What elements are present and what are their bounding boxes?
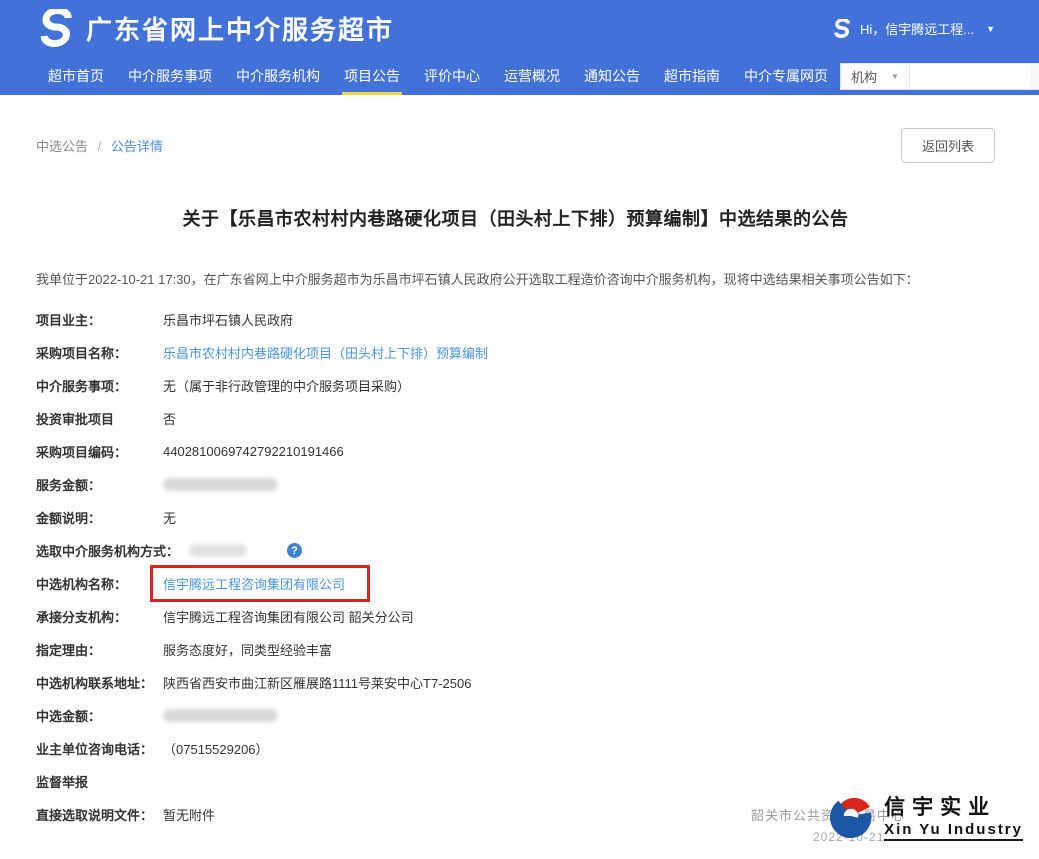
redacted-value-service-amount [163,478,278,491]
redacted-value-selection-method [189,544,247,557]
announcement-fields: 项目业主：乐昌市坪石镇人民政府采购项目名称：乐昌市农村村内巷路硬化项目（田头村上… [36,303,995,831]
field-label-designation-reason: 指定理由： [36,640,163,659]
field-row-selected-agency-name: 中选机构名称：信宇腾远工程咨询集团有限公司 [36,567,995,600]
field-row-service-amount: 服务金额： [36,468,995,501]
nav-items: 超市首页中介服务事项中介服务机构项目公告评价中心运营概况通知公告超市指南中介专属… [36,57,840,95]
announcement-title: 关于【乐昌市农村村内巷路硬化项目（田头村上下排）预算编制】中选结果的公告 [36,205,995,231]
field-row-procurement-project-code: 采购项目编码：4402810069742792210191466 [36,435,995,468]
user-greeting: Hi，信宇腾远工程... [860,19,974,38]
chevron-down-icon: ▼ [891,72,899,81]
main-nav: 超市首页中介服务事项中介服务机构项目公告评价中心运营概况通知公告超市指南中介专属… [0,57,1039,95]
search-button[interactable] [1031,64,1039,89]
field-value-designation-reason: 服务态度好，同类型经验丰富 [163,640,332,659]
field-value-procurement-project-name[interactable]: 乐昌市农村村内巷路硬化项目（田头村上下排）预算编制 [163,343,488,362]
field-value-selected-agency-address: 陕西省西安市曲江新区雁展路1111号莱安中心T7-2506 [163,673,471,692]
nav-item-0[interactable]: 超市首页 [36,57,116,95]
field-row-project-owner: 项目业主：乐昌市坪石镇人民政府 [36,303,995,336]
breadcrumb-parent[interactable]: 中选公告 [36,139,88,154]
nav-item-5[interactable]: 运营概况 [492,57,572,95]
field-value-direct-selection-doc: 暂无附件 [163,805,215,824]
company-name-en: Xin Yu Industry [884,821,1023,841]
page: 广东省网上中介服务超市 Hi，信宇腾远工程... ▼ 超市首页中介服务事项中介服… [0,0,1039,859]
field-value-project-owner: 乐昌市坪石镇人民政府 [163,310,293,329]
user-logo-icon [831,19,853,39]
field-label-selection-method: 选取中介服务机构方式： [36,541,179,560]
search-bar: 机构 ▼ [840,63,1039,90]
field-row-selected-agency-address: 中选机构联系地址：陕西省西安市曲江新区雁展路1111号莱安中心T7-2506 [36,666,995,699]
nav-item-4[interactable]: 评价中心 [412,57,492,95]
field-row-owner-phone: 业主单位咨询电话：（07515529206） [36,732,995,765]
site-title: 广东省网上中介服务超市 [86,10,394,47]
field-value-intermediary-service-item: 无（属于非行政管理的中介服务项目采购） [163,376,410,395]
highlight-red-box: 信宇腾远工程咨询集团有限公司 [150,565,370,602]
nav-item-7[interactable]: 超市指南 [652,57,732,95]
field-value-procurement-project-code: 4402810069742792210191466 [163,444,344,459]
corner-seal-area: 韶关市公共资源交易中心 2022-10-21 信宇实业 Xin Yu Indus… [793,789,1023,849]
field-row-selected-amount: 中选金额： [36,699,995,732]
search-category-select[interactable]: 机构 ▼ [841,64,910,89]
help-icon[interactable]: ? [287,543,302,558]
field-label-selected-agency-name: 中选机构名称： [36,574,163,593]
announcement-intro: 我单位于2022-10-21 17:30，在广东省网上中介服务超市为乐昌市坪石镇… [36,271,995,289]
breadcrumb-current[interactable]: 公告详情 [111,139,163,154]
field-value-amount-note: 无 [163,508,176,527]
field-label-direct-selection-doc: 直接选取说明文件： [36,805,163,824]
field-label-selected-amount: 中选金额： [36,706,163,725]
breadcrumb: 中选公告 / 公告详情 [36,136,163,155]
field-label-selected-agency-address: 中选机构联系地址： [36,673,163,692]
field-row-undertaking-branch: 承接分支机构：信宇腾远工程咨询集团有限公司 韶关分公司 [36,600,995,633]
field-label-investment-approval-project: 投资审批项目 [36,409,163,428]
field-row-procurement-project-name: 采购项目名称：乐昌市农村村内巷路硬化项目（田头村上下排）预算编制 [36,336,995,369]
breadcrumb-separator: / [98,139,102,154]
field-row-intermediary-service-item: 中介服务事项：无（属于非行政管理的中介服务项目采购） [36,369,995,402]
field-value-undertaking-branch: 信宇腾远工程咨询集团有限公司 韶关分公司 [163,607,414,626]
nav-item-1[interactable]: 中介服务事项 [116,57,224,95]
nav-item-2[interactable]: 中介服务机构 [224,57,332,95]
field-label-supervision-report: 监督举报 [36,772,163,791]
chevron-down-icon: ▼ [986,24,995,34]
search-input[interactable] [910,64,1031,89]
field-value-investment-approval-project: 否 [163,409,176,428]
field-row-designation-reason: 指定理由：服务态度好，同类型经验丰富 [36,633,995,666]
field-label-amount-note: 金额说明： [36,508,163,527]
nav-item-3[interactable]: 项目公告 [332,57,412,95]
field-label-undertaking-branch: 承接分支机构： [36,607,163,626]
field-label-procurement-project-name: 采购项目名称： [36,343,163,362]
field-value-selected-agency-name[interactable]: 信宇腾远工程咨询集团有限公司 [163,577,345,592]
field-row-amount-note: 金额说明：无 [36,501,995,534]
field-value-owner-phone: （07515529206） [163,739,269,758]
user-menu[interactable]: Hi，信宇腾远工程... ▼ [832,19,995,39]
field-label-owner-phone: 业主单位咨询电话： [36,739,163,758]
back-to-list-button[interactable]: 返回列表 [901,128,995,163]
company-name-cn: 信宇实业 [884,791,1023,821]
nav-item-6[interactable]: 通知公告 [572,57,652,95]
field-label-project-owner: 项目业主： [36,310,163,329]
search-category-value: 机构 [851,67,877,86]
field-row-investment-approval-project: 投资审批项目否 [36,402,995,435]
xinyu-logo-icon [824,789,878,843]
redacted-value-selected-amount [163,709,278,722]
nav-item-8[interactable]: 中介专属网页 [732,57,840,95]
company-seal: 信宇实业 Xin Yu Industry [824,789,1023,843]
field-label-procurement-project-code: 采购项目编码： [36,442,163,461]
field-label-intermediary-service-item: 中介服务事项： [36,376,163,395]
content: 中选公告 / 公告详情 返回列表 关于【乐昌市农村村内巷路硬化项目（田头村上下排… [0,128,1039,831]
field-row-selection-method: 选取中介服务机构方式：? [36,534,995,567]
site-brand[interactable]: 广东省网上中介服务超市 [36,9,394,49]
site-logo-icon [34,9,78,49]
field-label-service-amount: 服务金额： [36,475,163,494]
top-header: 广东省网上中介服务超市 Hi，信宇腾远工程... ▼ [0,0,1039,57]
